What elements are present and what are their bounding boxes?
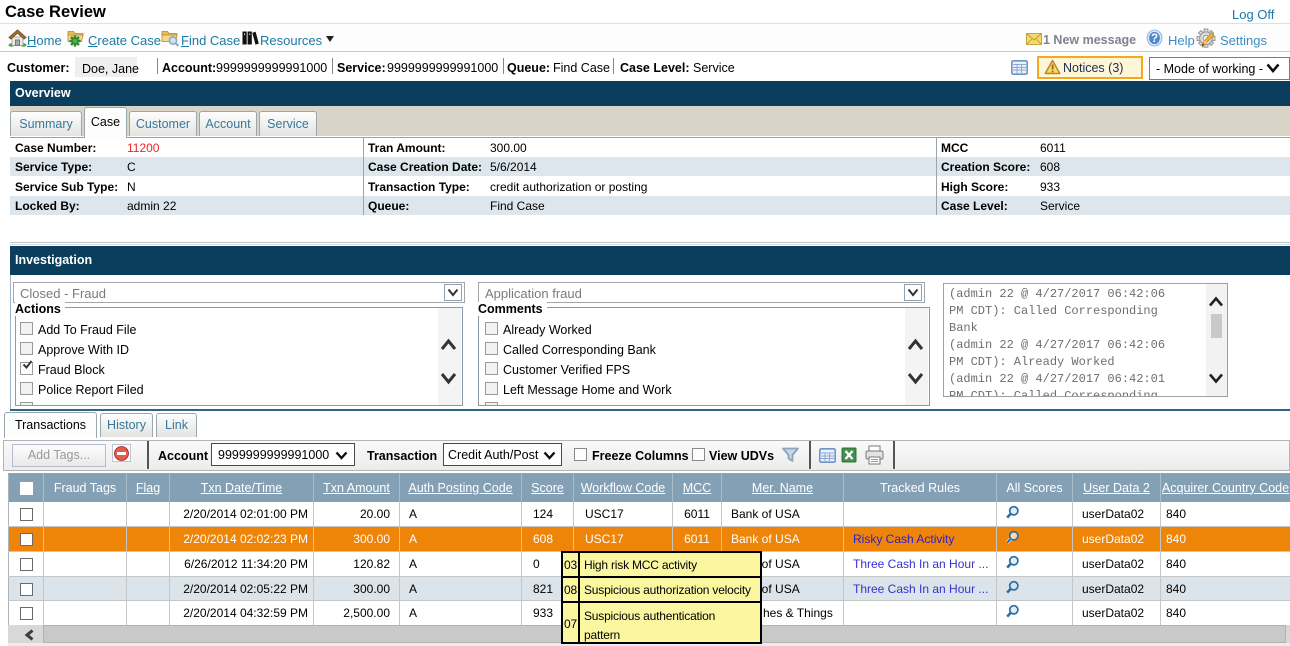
svg-text:?: ? [1151, 33, 1158, 45]
